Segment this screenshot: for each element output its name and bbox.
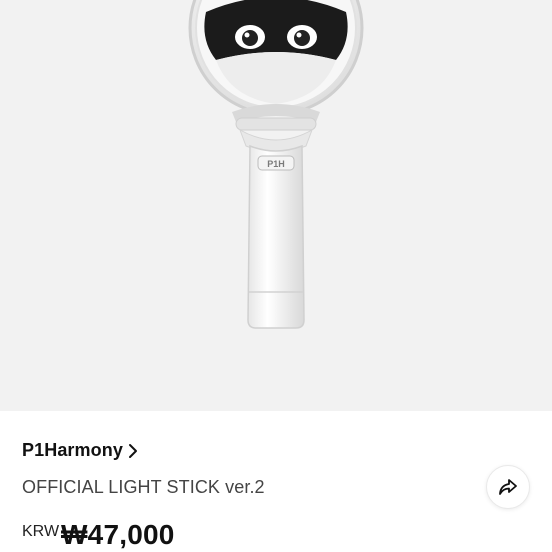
brand-name: P1Harmony (22, 440, 123, 460)
light-stick-globe (188, 0, 364, 116)
share-button[interactable] (486, 465, 530, 509)
handle-logo: P1H (267, 159, 285, 169)
currency-code: KRW (22, 523, 60, 540)
share-arrow-icon (499, 479, 517, 495)
light-stick-handle: P1H (247, 144, 305, 329)
product-title: OFFICIAL LIGHT STICK ver.2 (22, 477, 265, 497)
brand-link[interactable]: P1Harmony (22, 440, 139, 461)
product-page: P1H P1Harmony OFFICIAL LIGHT STICK ver.2… (0, 0, 552, 552)
price-value: ₩47,000 (61, 519, 175, 550)
light-stick-illustration: P1H (188, 0, 364, 329)
price-row: KRW ₩47,000 (22, 519, 175, 551)
product-image[interactable]: P1H (0, 0, 552, 411)
chevron-right-icon (127, 442, 139, 460)
light-stick-collar (232, 104, 320, 153)
